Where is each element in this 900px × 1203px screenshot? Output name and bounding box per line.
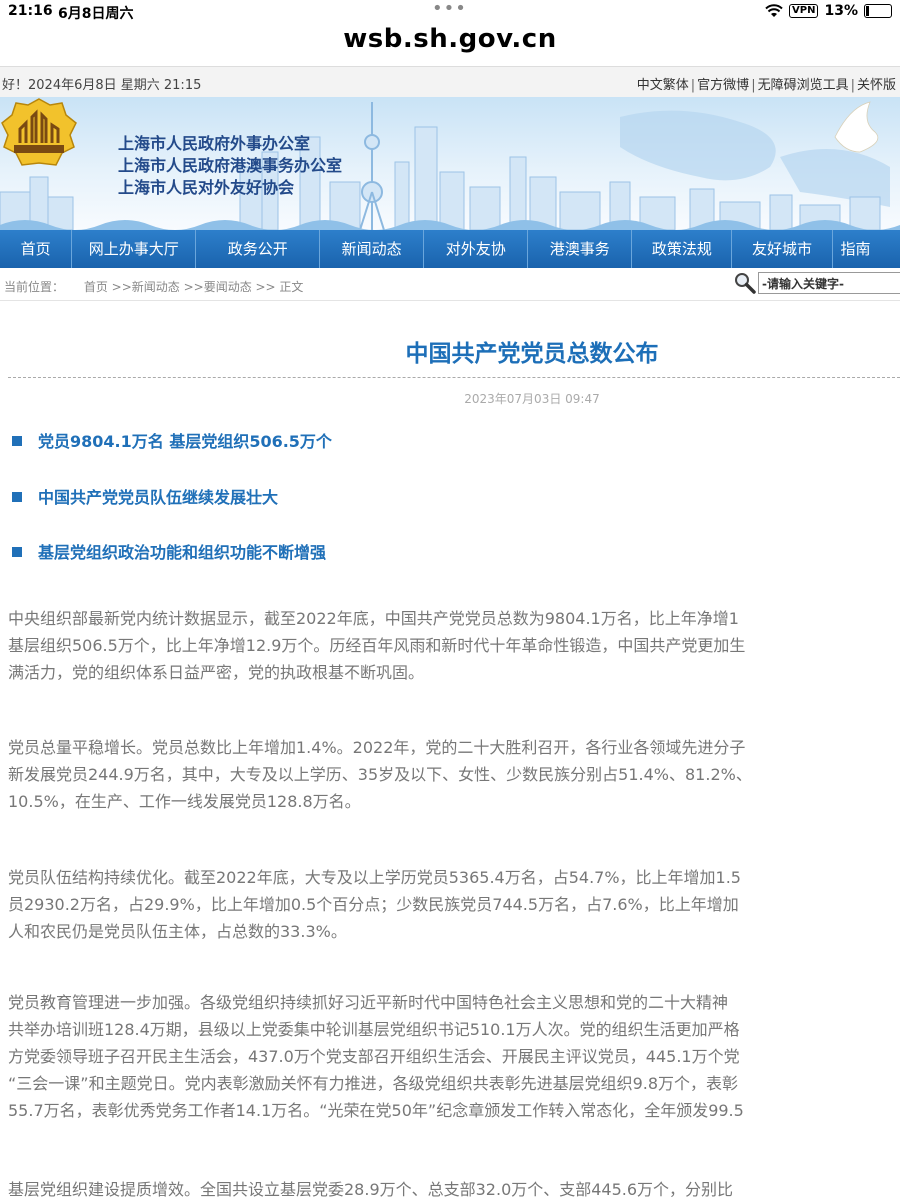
main-nav: 首页 网上办事大厅 政务公开 新闻动态 对外友协 港澳事务 政策法规 友好城市 …	[0, 230, 900, 268]
divider	[0, 300, 900, 301]
org-name-friendship: 上海市人民对外友好协会	[118, 178, 295, 197]
article-paragraph: 党员队伍结构持续优化。截至2022年底，大专及以上学历党员5365.4万名，占5…	[8, 868, 741, 941]
top-info-bar: 好！2024年6月8日 星期六 21:15 中文繁体 | 官方微博 | 无障碍浏览工具 |…	[0, 66, 900, 98]
key-point: 中国共产党党员队伍继续发展壮大	[12, 484, 278, 508]
nav-item-online-services[interactable]: 网上办事大厅	[72, 230, 197, 268]
search-icon[interactable]	[734, 272, 756, 294]
nav-item-government-affairs[interactable]: 政务公开	[196, 230, 321, 268]
breadcrumb: 当前位置： 首页 >>新闻动态 >>要闻动态 >> 正文	[4, 278, 303, 295]
breadcrumb-label: 当前位置：	[4, 280, 65, 294]
key-point: 基层党组织政治功能和组织功能不断增强	[12, 539, 326, 563]
nav-item-home[interactable]: 首页	[0, 230, 73, 268]
nav-item-policies[interactable]: 政策法规	[632, 230, 733, 268]
org-name-foreign-affairs: 上海市人民政府外事办公室	[118, 134, 311, 153]
bullet-square-icon	[12, 547, 22, 557]
bullet-square-icon	[12, 436, 22, 446]
battery-icon	[864, 4, 892, 18]
nav-item-hk-macao[interactable]: 港澳事务	[528, 230, 633, 268]
office-emblem-icon	[1, 98, 77, 166]
wifi-icon	[765, 4, 783, 17]
link-accessibility-tool[interactable]: 无障碍浏览工具	[758, 78, 849, 93]
link-traditional-chinese[interactable]: 中文繁体	[637, 78, 689, 93]
header-banner: 上海市人民政府外事办公室 上海市人民政府港澳事务办公室 上海市人民对外友好协会	[0, 97, 900, 230]
multitask-dots-icon[interactable]: •••	[432, 0, 467, 19]
search-box	[734, 272, 900, 294]
nav-item-guide[interactable]: 指南	[833, 230, 900, 268]
top-links: 中文繁体 | 官方微博 | 无障碍浏览工具 | 关怀版	[636, 78, 896, 93]
status-date: 6月8日周六	[58, 6, 134, 22]
title-divider	[8, 377, 900, 378]
link-elderly-version[interactable]: 关怀版	[857, 78, 896, 93]
breadcrumb-path[interactable]: 首页 >>新闻动态 >>要闻动态 >> 正文	[84, 280, 304, 294]
status-time: 21:16	[8, 3, 53, 19]
nav-item-friendship-assoc[interactable]: 对外友协	[424, 230, 529, 268]
article-title: 中国共产党党员总数公布	[405, 341, 659, 367]
bullet-square-icon	[12, 492, 22, 502]
publish-date: 2023年07月03日 09:47	[464, 392, 600, 406]
address-bar-url[interactable]: wsb.sh.gov.cn	[0, 24, 900, 54]
status-bar: 21:16 6月8日周六 ••• VPN 13%	[0, 0, 900, 26]
greeting-date: 好！2024年6月8日 星期六 21:15	[2, 78, 202, 93]
article-paragraph: 党员教育管理进一步加强。各级党组织持续抓好习近平新时代中国特色社会主义思想和党的…	[8, 993, 744, 1120]
nav-item-news[interactable]: 新闻动态	[320, 230, 425, 268]
org-name-hk-macao: 上海市人民政府港澳事务办公室	[118, 156, 343, 175]
battery-percent: 13%	[824, 3, 858, 19]
nav-item-sister-cities[interactable]: 友好城市	[732, 230, 833, 268]
article-paragraph: 基层党组织建设提质增效。全国共设立基层党委28.9万个、总支部32.0万个、支部…	[8, 1180, 734, 1199]
vpn-badge: VPN	[789, 4, 819, 18]
organization-names: 上海市人民政府外事办公室 上海市人民政府港澳事务办公室 上海市人民对外友好协会	[118, 133, 342, 199]
article-paragraph: 党员总量平稳增长。党员总数比上年增加1.4%。2022年，党的二十大胜利召开，各…	[8, 738, 752, 811]
link-official-weibo[interactable]: 官方微博	[697, 78, 749, 93]
article-paragraph: 中央组织部最新党内统计数据显示，截至2022年底，中国共产党党员总数为9804.…	[8, 609, 746, 682]
search-input[interactable]	[758, 272, 900, 294]
key-point: 党员9804.1万名 基层党组织506.5万个	[12, 428, 332, 452]
